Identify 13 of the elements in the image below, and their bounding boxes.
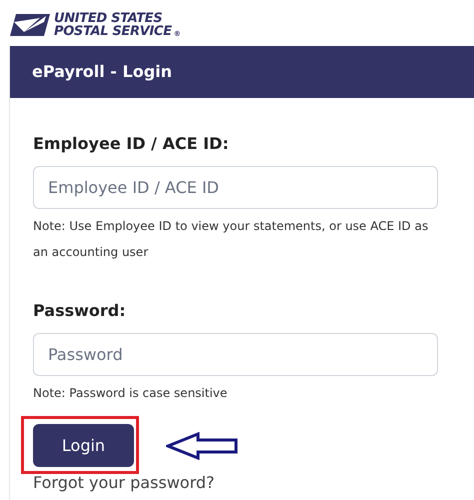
forgot-password-link[interactable]: Forgot your password?	[33, 471, 215, 495]
field-label: Password:	[33, 300, 127, 322]
field-note: Note: Use Employee ID to view your statements, or use ACE ID as an accounting user	[33, 218, 430, 261]
input-field[interactable]: Employee ID / ACE ID	[33, 166, 438, 209]
eagle-logo-icon	[10, 12, 50, 38]
field-label: Employee ID / ACE ID:	[33, 133, 230, 155]
input-field[interactable]: Password	[33, 333, 438, 376]
page-title: ePayroll - Login	[32, 61, 172, 83]
left-arrow-icon	[166, 432, 238, 460]
logo-text: POSTAL SERVICE	[54, 25, 172, 38]
logo-text: UNITED STATES	[54, 12, 162, 25]
login-button[interactable]: Login	[33, 424, 134, 467]
field-note: Note: Password is case sensitive	[33, 385, 228, 402]
